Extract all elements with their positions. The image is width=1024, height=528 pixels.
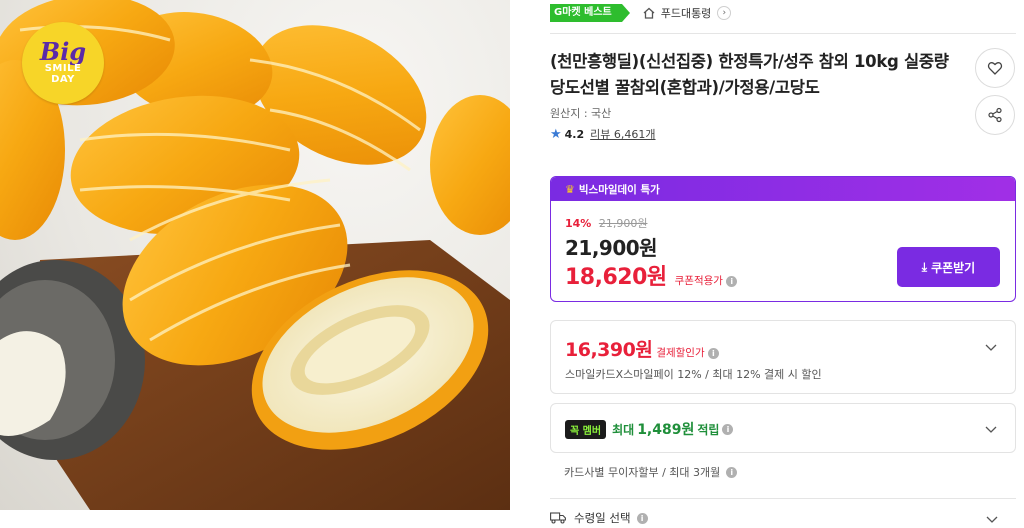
info-icon[interactable]: i [707, 348, 719, 359]
chevron-down-icon[interactable] [985, 423, 997, 435]
top-row: G마켓 베스트 푸드대통령 › [550, 3, 732, 23]
store-link[interactable]: 푸드대통령 › [642, 5, 732, 21]
store-name: 푸드대통령 [660, 7, 712, 20]
installment-text: 카드사별 무이자할부 / 최대 3개월 [564, 466, 721, 479]
origin-text: 원산지 : 국산 [550, 107, 612, 120]
membership-prefix: 최대 [612, 422, 635, 437]
divider [550, 498, 1016, 499]
delivery-label: 수령일 선택 [574, 511, 631, 525]
heart-icon [987, 62, 1003, 75]
coupon-price-label: 쿠폰적용가 [674, 275, 723, 287]
wishlist-button[interactable] [975, 48, 1015, 88]
coupon-price: 18,620원 [565, 265, 667, 290]
info-icon[interactable]: i [636, 512, 648, 524]
product-title: (천만흥행딜)(신선집중) 한정특가/성주 참외 10kg 실중량 당도선별 꿀… [550, 52, 949, 97]
promotion-title: 빅스마일데이 특가 [578, 183, 660, 196]
star-icon: ★ [550, 126, 562, 142]
payment-price-label: 결제할인가 [656, 347, 705, 359]
promotion-box: ♛ 빅스마일데이 특가 14% 21,900원 21,900원 18,620원 … [550, 176, 1016, 302]
info-icon[interactable]: i [722, 423, 734, 435]
promotion-header: ♛ 빅스마일데이 특가 [551, 177, 1015, 201]
rating-score: 4.2 [564, 127, 585, 141]
badge-big-text: Big [39, 37, 87, 66]
membership-box[interactable]: 꼭 멤버 최대 1,489원 적립 i [550, 403, 1016, 453]
discount-rate: 14% [565, 217, 592, 230]
payment-description: 스마일카드X스마일페이 12% / 최대 12% 결제 시 할인 [565, 368, 822, 381]
product-image[interactable]: Big SMILE DAY [0, 0, 510, 510]
badge-smile-text: SMILE [44, 63, 82, 74]
chevron-down-icon[interactable] [985, 341, 997, 353]
membership-logo: 꼭 멤버 [565, 419, 607, 439]
gmarket-best-badge[interactable]: G마켓 베스트 [550, 4, 630, 22]
home-icon [643, 7, 655, 19]
installment-info: 카드사별 무이자할부 / 최대 3개월 i [564, 464, 738, 480]
payment-price: 16,390원 [565, 339, 653, 361]
membership-suffix: 적립 [697, 422, 720, 437]
review-count-link[interactable]: 리뷰 6,461개 [590, 126, 655, 142]
divider [550, 33, 1016, 34]
badge-day-text: DAY [51, 74, 75, 85]
chevron-right-icon: › [717, 6, 732, 20]
info-icon[interactable]: i [725, 276, 737, 287]
info-icon[interactable]: i [726, 466, 738, 478]
share-icon [988, 107, 1002, 123]
get-coupon-label: 쿠폰받기 [931, 260, 976, 275]
product-info-panel: G마켓 베스트 푸드대통령 › (천만흥행딜)(신선집중) 한정특가/성주 참외… [550, 0, 1018, 528]
download-icon: ⤓ [921, 259, 928, 274]
delivery-date-row[interactable]: 수령일 선택 i [550, 510, 648, 526]
discount-row: 14% 21,900원 [565, 215, 647, 231]
get-coupon-button[interactable]: ⤓ 쿠폰받기 [897, 247, 1000, 287]
payment-price-row: 16,390원 결제할인가 i [565, 335, 719, 362]
coupon-price-row: 18,620원 쿠폰적용가 i [565, 259, 737, 291]
share-button[interactable] [975, 95, 1015, 135]
crown-icon: ♛ [565, 182, 575, 196]
original-price: 21,900원 [598, 217, 648, 230]
truck-icon [550, 512, 566, 524]
membership-row: 꼭 멤버 최대 1,489원 적립 i [565, 419, 734, 439]
rating-row[interactable]: ★ 4.2 리뷰 6,461개 [550, 126, 656, 142]
membership-amount: 1,489원 [637, 422, 695, 438]
big-smile-day-badge: Big SMILE DAY [22, 22, 104, 104]
chevron-down-icon[interactable] [986, 513, 998, 525]
sale-price: 21,900원 [565, 236, 658, 260]
payment-discount-box[interactable]: 16,390원 결제할인가 i 스마일카드X스마일페이 12% / 최대 12%… [550, 320, 1016, 394]
